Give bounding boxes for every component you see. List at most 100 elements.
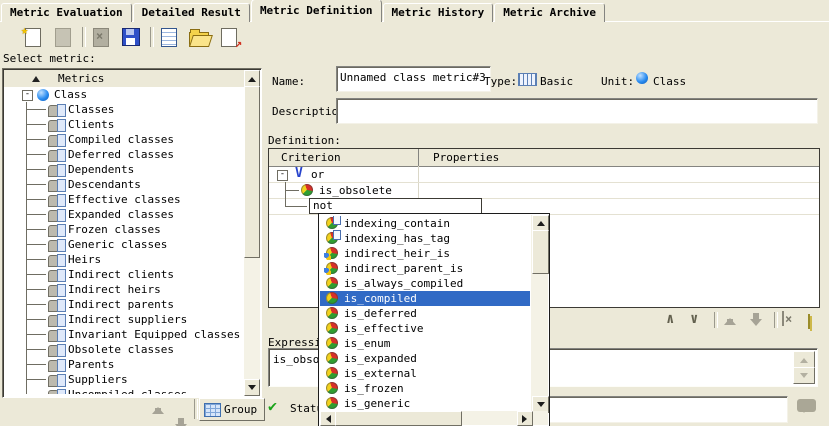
- tree-item[interactable]: Clients: [4, 117, 244, 132]
- unit-label: Unit:: [601, 75, 634, 88]
- criterion-option[interactable]: is_always_compiled: [320, 276, 530, 291]
- tree-scrollbar[interactable]: [244, 70, 260, 395]
- tree-item[interactable]: Indirect clients: [4, 267, 244, 282]
- tree-item[interactable]: Effective classes: [4, 192, 244, 207]
- metric-toolbar: ★ × ↗: [0, 23, 829, 51]
- scrollbar-thumb[interactable]: [532, 230, 549, 274]
- criterion-option[interactable]: is_enum: [320, 336, 530, 351]
- tree-footer: Group: [0, 397, 262, 423]
- metric-icon: [48, 269, 66, 281]
- definition-toolbar: ∧ ∨ ×: [650, 310, 829, 332]
- dropdown-vscrollbar[interactable]: [531, 215, 548, 411]
- tree-item[interactable]: Suppliers: [4, 372, 244, 387]
- tree-item-class-root[interactable]: - Class: [4, 87, 244, 102]
- expr-scroll-down-icon[interactable]: [793, 367, 815, 384]
- scroll-up-icon[interactable]: [244, 70, 260, 87]
- criterion-icon: [326, 262, 338, 274]
- metric-icon: [48, 374, 66, 386]
- group-button[interactable]: Group: [199, 398, 265, 421]
- scroll-up-icon[interactable]: [532, 215, 549, 231]
- tree-item[interactable]: Indirect suppliers: [4, 312, 244, 327]
- copy-metric-icon[interactable]: [50, 25, 76, 49]
- tree-item[interactable]: Generic classes: [4, 237, 244, 252]
- metric-icon: [48, 134, 66, 146]
- tree-item[interactable]: Descendants: [4, 177, 244, 192]
- put-and-icon[interactable]: ∧: [666, 311, 674, 327]
- tab[interactable]: Detailed Result: [133, 3, 250, 22]
- tree-item[interactable]: Deferred classes: [4, 147, 244, 162]
- tab[interactable]: Metric Archive: [494, 3, 605, 22]
- tree-item[interactable]: Indirect parents: [4, 297, 244, 312]
- criterion-icon: [326, 217, 338, 229]
- criterion-option[interactable]: is_deferred: [320, 306, 530, 321]
- delete-criterion-icon[interactable]: ×: [782, 311, 784, 326]
- scroll-right-icon[interactable]: [517, 411, 533, 426]
- tree-item[interactable]: Dependents: [4, 162, 244, 177]
- collapse-icon[interactable]: -: [22, 90, 33, 101]
- criterion-option[interactable]: is_frozen: [320, 381, 530, 396]
- tree-item[interactable]: Expanded classes: [4, 207, 244, 222]
- criterion-icon: [326, 247, 338, 259]
- tree-item[interactable]: Indirect heirs: [4, 282, 244, 297]
- criterion-icon: [326, 367, 338, 379]
- move-metric-up-icon[interactable]: [150, 400, 166, 416]
- or-operator-icon: V: [295, 166, 303, 181]
- tab[interactable]: Metric Definition: [251, 0, 382, 22]
- criterion-option[interactable]: indexing_has_tag: [320, 231, 530, 246]
- metric-icon: [48, 359, 66, 371]
- collapse-icon[interactable]: -: [277, 170, 288, 181]
- scroll-down-icon[interactable]: [244, 379, 260, 396]
- save-metric-icon[interactable]: [118, 25, 144, 49]
- tree-item[interactable]: Heirs: [4, 252, 244, 267]
- metric-icon: [48, 329, 66, 341]
- open-metric-file-icon[interactable]: [186, 25, 212, 49]
- criterion-option[interactable]: indirect_parent_is: [320, 261, 530, 276]
- tree-item[interactable]: Classes: [4, 102, 244, 117]
- criterion-option[interactable]: is_compiled: [320, 291, 530, 306]
- criterion-edit-field[interactable]: not: [309, 198, 482, 214]
- criterion-row-is-obsolete[interactable]: is_obsolete: [269, 182, 819, 199]
- criterion-option[interactable]: indexing_contain: [320, 216, 530, 231]
- properties-column-header[interactable]: Properties: [433, 151, 499, 164]
- tree-header[interactable]: Metrics: [4, 70, 245, 88]
- tree-item[interactable]: Parents: [4, 357, 244, 372]
- criterion-option[interactable]: is_external: [320, 366, 530, 381]
- tree-item[interactable]: Invariant Equipped classes: [4, 327, 244, 342]
- delete-metric-icon[interactable]: ×: [88, 25, 114, 49]
- import-metrics-icon[interactable]: [156, 25, 182, 49]
- criterion-option[interactable]: is_generic: [320, 396, 530, 411]
- name-input[interactable]: Unnamed class metric#3: [336, 66, 491, 92]
- clear-definition-icon[interactable]: [808, 314, 810, 329]
- description-label: Description: [272, 105, 345, 118]
- criterion-row-or[interactable]: - V or: [269, 166, 819, 183]
- metric-icon: [48, 164, 66, 176]
- tree-item[interactable]: Obsolete classes: [4, 342, 244, 357]
- comment-icon[interactable]: [797, 399, 816, 412]
- export-metrics-icon[interactable]: ↗: [216, 25, 242, 49]
- move-metric-down-icon[interactable]: [173, 416, 189, 426]
- tree-item[interactable]: Compiled classes: [4, 132, 244, 147]
- dropdown-hscrollbar[interactable]: [320, 411, 548, 425]
- tab[interactable]: Metric Evaluation: [1, 3, 132, 22]
- definition-label: Definition:: [268, 134, 341, 147]
- criterion-option[interactable]: indirect_heir_is: [320, 246, 530, 261]
- new-metric-icon[interactable]: ★: [20, 25, 46, 49]
- expr-scroll-up-icon[interactable]: [793, 351, 815, 368]
- criterion-icon: [326, 277, 338, 289]
- metric-icon: [48, 344, 66, 356]
- metric-icon: [48, 179, 66, 191]
- criterion-option[interactable]: is_effective: [320, 321, 530, 336]
- criterion-option[interactable]: is_expanded: [320, 351, 530, 366]
- scrollbar-thumb[interactable]: [244, 86, 260, 258]
- description-input[interactable]: [336, 98, 818, 124]
- tree-item-partial[interactable]: Uncompiled classes: [4, 387, 244, 394]
- put-or-icon[interactable]: ∨: [690, 311, 698, 327]
- tree-item[interactable]: Frozen classes: [4, 222, 244, 237]
- scroll-left-icon[interactable]: [320, 411, 336, 426]
- tree-header-label: Metrics: [58, 72, 104, 85]
- tab[interactable]: Metric History: [383, 3, 494, 22]
- tab-bar: Metric Evaluation Detailed Result Metric…: [0, 0, 829, 22]
- scrollbar-thumb[interactable]: [335, 411, 462, 426]
- criterion-column-header[interactable]: Criterion: [281, 151, 341, 164]
- unit-value: Class: [653, 75, 686, 88]
